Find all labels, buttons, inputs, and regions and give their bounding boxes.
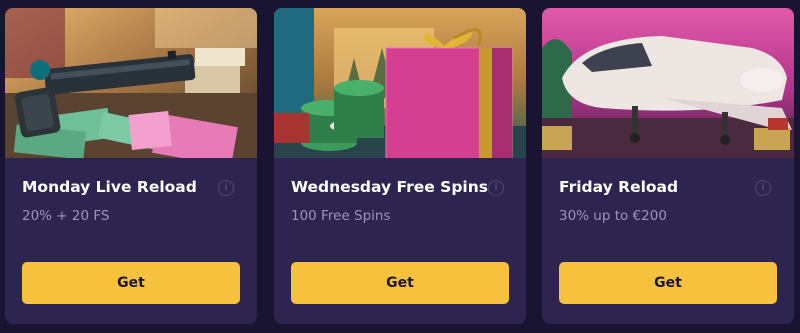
promo-title: Monday Live Reload xyxy=(22,178,197,196)
promo-card-wednesday: Wednesday Free Spins i 100 Free Spins Ge… xyxy=(274,8,526,324)
promo-card-monday: Monday Live Reload i 20% + 20 FS Get xyxy=(5,8,257,324)
promotions-row: Monday Live Reload i 20% + 20 FS Get Wed… xyxy=(0,0,800,333)
promo-image-friday xyxy=(542,8,794,158)
promo-title: Friday Reload xyxy=(559,178,679,196)
info-icon[interactable]: i xyxy=(218,180,234,196)
info-icon[interactable]: i xyxy=(488,180,504,196)
promo-image-monday xyxy=(5,8,257,158)
info-icon[interactable]: i xyxy=(755,180,771,196)
promo-subtitle: 30% up to €200 xyxy=(559,208,667,224)
get-button[interactable]: Get xyxy=(291,262,509,304)
get-button[interactable]: Get xyxy=(22,262,240,304)
promo-card-friday: Friday Reload i 30% up to €200 Get xyxy=(542,8,794,324)
promo-subtitle: 100 Free Spins xyxy=(291,208,391,224)
promo-title: Wednesday Free Spins xyxy=(291,178,488,196)
promo-image-wednesday xyxy=(274,8,526,158)
get-button[interactable]: Get xyxy=(559,262,777,304)
promo-subtitle: 20% + 20 FS xyxy=(22,208,110,224)
